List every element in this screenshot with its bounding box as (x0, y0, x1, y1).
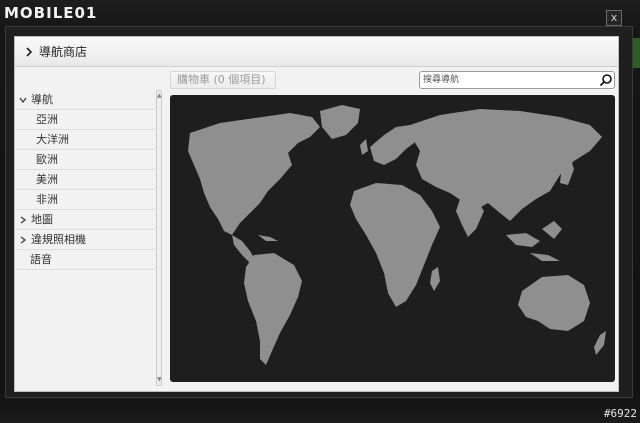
search-icon[interactable] (599, 73, 613, 87)
search-input[interactable] (423, 73, 593, 87)
sidebar-item-speed-cameras[interactable]: 違規照相機 (16, 230, 155, 250)
scroll-up-icon[interactable]: ▲ (157, 92, 162, 100)
south-america-shape[interactable] (244, 253, 302, 365)
sidebar-item-label: 非洲 (36, 193, 58, 206)
watermark-text: #6922 (603, 407, 637, 420)
sidebar-item-americas[interactable]: 美洲 (16, 170, 155, 190)
brand-logo-text: MOBILE01 (4, 4, 98, 22)
north-america-shape[interactable] (188, 113, 320, 235)
uk-shape[interactable] (360, 139, 368, 155)
sidebar-item-label: 大洋洲 (36, 133, 69, 146)
brand-logo: MOBILE01 (4, 2, 97, 24)
sidebar-item-europe[interactable]: 歐洲 (16, 150, 155, 170)
sidebar-item-label: 語音 (30, 253, 52, 266)
sidebar-item-asia[interactable]: 亞洲 (16, 110, 155, 130)
madagascar-shape[interactable] (430, 267, 440, 291)
cart-button[interactable]: 購物車 (0 個項目) (170, 71, 276, 89)
africa-shape[interactable] (350, 183, 440, 307)
sidebar-item-label: 地圖 (31, 213, 53, 226)
scroll-down-icon[interactable]: ▼ (157, 376, 162, 384)
southeast-asia-islands-shape[interactable] (506, 221, 562, 261)
world-map-panel[interactable] (170, 95, 615, 382)
australia-shape[interactable] (518, 275, 590, 331)
close-button[interactable]: x (606, 10, 622, 26)
sidebar-item-maps[interactable]: 地圖 (16, 210, 155, 230)
chevron-down-icon (19, 97, 27, 103)
sidebar-item-label: 違規照相機 (31, 233, 86, 246)
sidebar-scrollbar[interactable]: ▲ ▼ (156, 90, 162, 386)
india-shape[interactable] (456, 199, 484, 237)
new-zealand-shape[interactable] (594, 331, 606, 355)
chevron-right-icon (20, 235, 27, 244)
greenland-shape[interactable] (320, 105, 360, 139)
chevron-right-icon (20, 215, 27, 224)
asia-shape[interactable] (410, 109, 602, 221)
search-field[interactable] (419, 71, 615, 89)
sidebar-item-label: 美洲 (36, 173, 58, 186)
close-icon: x (610, 11, 618, 24)
sidebar-item-label: 亞洲 (36, 113, 58, 126)
sidebar-item-label: 導航 (31, 93, 53, 106)
caribbean-shape[interactable] (258, 235, 278, 241)
sidebar-item-label: 歐洲 (36, 153, 58, 166)
sidebar-item-voice[interactable]: 語音 (16, 250, 155, 270)
world-map-icon (188, 105, 606, 365)
sidebar-item-oceania[interactable]: 大洋洲 (16, 130, 155, 150)
sidebar-item-africa[interactable]: 非洲 (16, 190, 155, 210)
category-sidebar: 導航 亞洲 大洋洲 歐洲 美洲 非洲 地圖 違規照相機 語音 (16, 52, 156, 352)
sidebar-item-navigation[interactable]: 導航 (16, 90, 155, 110)
